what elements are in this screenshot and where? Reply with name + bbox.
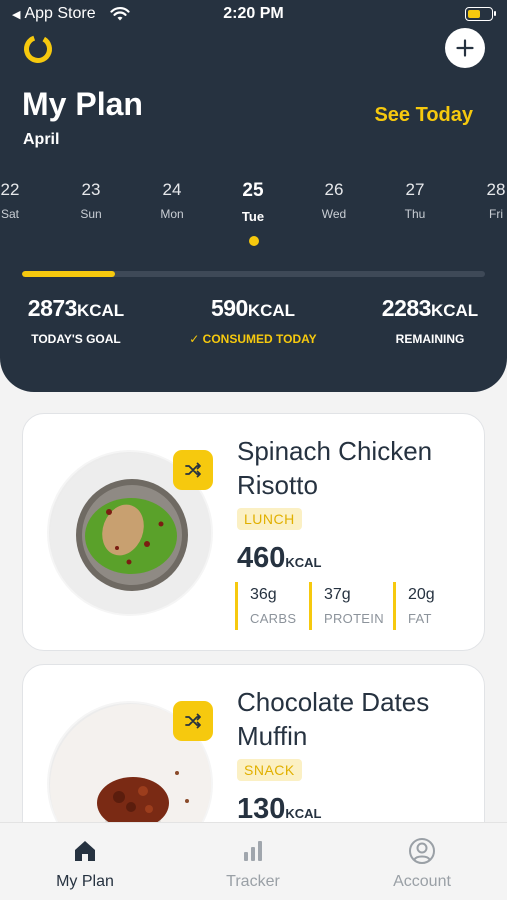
meal-tag: SNACK xyxy=(237,759,302,781)
app-logo-icon xyxy=(24,35,52,63)
day-number: 26 xyxy=(324,180,344,199)
plan-header: ◀ App Store 2:20 PM My Plan April See To… xyxy=(0,0,507,392)
check-icon: ✓ xyxy=(189,332,203,346)
consumed-label: CONSUMED TODAY xyxy=(202,332,317,346)
day-23[interactable]: 23 Sun xyxy=(61,180,121,221)
day-22[interactable]: 22 Sat xyxy=(0,180,40,221)
remaining-unit: KCAL xyxy=(430,301,479,320)
shuffle-icon xyxy=(185,713,201,729)
goal-unit: KCAL xyxy=(76,301,125,320)
day-name: Sat xyxy=(0,207,19,221)
shuffle-meal-button[interactable] xyxy=(173,701,213,741)
macro-grams: 20g xyxy=(408,586,435,603)
macro-label: PROTEIN xyxy=(324,611,384,626)
macro-carbs: 36g CARBS xyxy=(235,582,296,630)
day-number: 22 xyxy=(0,180,20,199)
macro-label: FAT xyxy=(408,611,432,626)
month-label: April xyxy=(23,131,60,148)
macro-grams: 37g xyxy=(324,586,351,603)
meal-calories: 460KCAL xyxy=(237,542,322,575)
goal-label: TODAY'S GOAL xyxy=(31,332,121,346)
tab-label: My Plan xyxy=(56,873,114,890)
battery-icon xyxy=(465,7,496,21)
day-number: 28 xyxy=(486,180,506,199)
home-icon xyxy=(75,841,95,861)
day-name: Thu xyxy=(404,207,426,221)
day-28[interactable]: 28 Fri xyxy=(466,180,507,221)
user-circle-icon xyxy=(409,838,435,864)
plus-icon xyxy=(456,39,474,57)
remaining-label: REMAINING xyxy=(395,332,465,346)
kcal-value: 130 xyxy=(237,793,286,825)
status-bar: ◀ App Store 2:20 PM xyxy=(0,0,507,30)
day-name: Mon xyxy=(160,207,184,221)
todays-goal-stat: 2873KCAL TODAY'S GOAL xyxy=(22,295,130,346)
day-name: Fri xyxy=(489,207,503,221)
day-27[interactable]: 27 Thu xyxy=(385,180,445,221)
see-today-link[interactable]: See Today xyxy=(374,104,473,127)
goal-value: 2873 xyxy=(27,295,78,321)
calorie-progress-fill xyxy=(22,271,115,277)
consumed-value: 590 xyxy=(210,295,248,321)
day-name: Tue xyxy=(241,209,265,224)
day-number: 23 xyxy=(81,180,101,199)
day-25-selected[interactable]: 25 Tue xyxy=(223,180,283,224)
macro-label: CARBS xyxy=(250,611,297,626)
bottom-tab-bar: My Plan Tracker Account xyxy=(0,822,507,900)
day-number: 25 xyxy=(242,180,264,201)
day-name: Wed xyxy=(321,207,347,221)
tab-label: Account xyxy=(393,873,451,890)
selected-day-indicator xyxy=(249,236,259,246)
tab-tracker[interactable]: Tracker xyxy=(193,837,313,891)
consumed-today-stat: 590KCAL ✓ CONSUMED TODAY xyxy=(172,295,334,346)
kcal-unit: KCAL xyxy=(285,555,322,570)
day-name: Sun xyxy=(80,207,102,221)
add-button[interactable] xyxy=(445,28,485,68)
consumed-unit: KCAL xyxy=(247,301,296,320)
day-24[interactable]: 24 Mon xyxy=(142,180,202,221)
remaining-value: 2283 xyxy=(381,295,432,321)
meal-tag: LUNCH xyxy=(237,508,302,530)
status-time: 2:20 PM xyxy=(223,5,284,22)
meal-name: Chocolate Dates Muffin xyxy=(237,687,430,751)
calorie-progress-bar xyxy=(22,271,485,277)
day-number: 24 xyxy=(162,180,182,199)
day-26[interactable]: 26 Wed xyxy=(304,180,364,221)
shuffle-meal-button[interactable] xyxy=(173,450,213,490)
tab-label: Tracker xyxy=(226,873,280,890)
bar-chart-icon xyxy=(244,841,262,861)
macro-grams: 36g xyxy=(250,586,277,603)
page-title: My Plan xyxy=(22,86,143,122)
meal-card-lunch[interactable]: Spinach Chicken Risotto LUNCH 460KCAL 36… xyxy=(22,413,485,651)
kcal-value: 460 xyxy=(237,542,286,574)
shuffle-icon xyxy=(185,462,201,478)
remaining-stat: 2283KCAL REMAINING xyxy=(372,295,488,346)
meal-name: Spinach Chicken Risotto xyxy=(237,436,433,500)
tab-account[interactable]: Account xyxy=(362,837,482,891)
day-number: 27 xyxy=(405,180,425,199)
kcal-unit: KCAL xyxy=(285,806,322,821)
macro-fat: 20g FAT xyxy=(393,582,435,630)
macro-protein: 37g PROTEIN xyxy=(309,582,384,630)
tab-my-plan[interactable]: My Plan xyxy=(25,837,145,891)
